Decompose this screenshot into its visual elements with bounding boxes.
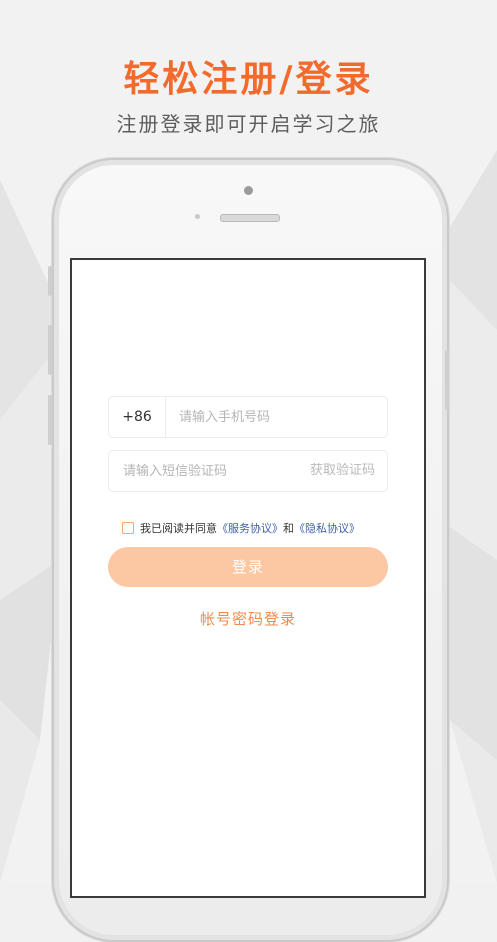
service-agreement-link[interactable]: 《服务协议》 [217,522,283,535]
agreement-row: 我已阅读并同意《服务协议》和《隐私协议》 [122,520,412,538]
agreement-checkbox[interactable] [122,522,134,534]
subheadline: 注册登录即可开启学习之旅 [116,112,381,136]
power-button [445,350,449,410]
agreement-and-text: 和 [283,522,294,535]
mute-switch [48,266,52,296]
privacy-agreement-link[interactable]: 《隐私协议》 [294,522,360,535]
headline: 轻松注册/登录 [123,59,374,100]
password-login-link[interactable]: 帐号密码登录 [72,608,424,629]
sms-code-field: 获取验证码 [108,450,388,492]
front-camera [244,186,253,195]
proximity-sensor [195,214,200,219]
volume-down-button [48,395,52,445]
get-code-button[interactable]: 获取验证码 [310,451,375,491]
country-code-selector[interactable]: +86 [109,397,166,437]
volume-up-button [48,325,52,375]
phone-field: +86 [108,396,388,438]
agreement-text: 我已阅读并同意 [140,522,217,535]
sms-code-input[interactable] [123,451,303,491]
earpiece-speaker [220,214,280,222]
phone-number-input[interactable] [179,397,379,437]
phone-screen: +86 获取验证码 我已阅读并同意《服务协议》和《隐私协议》 登录 帐号密码登录 [70,258,426,898]
login-button[interactable]: 登录 [108,547,388,587]
